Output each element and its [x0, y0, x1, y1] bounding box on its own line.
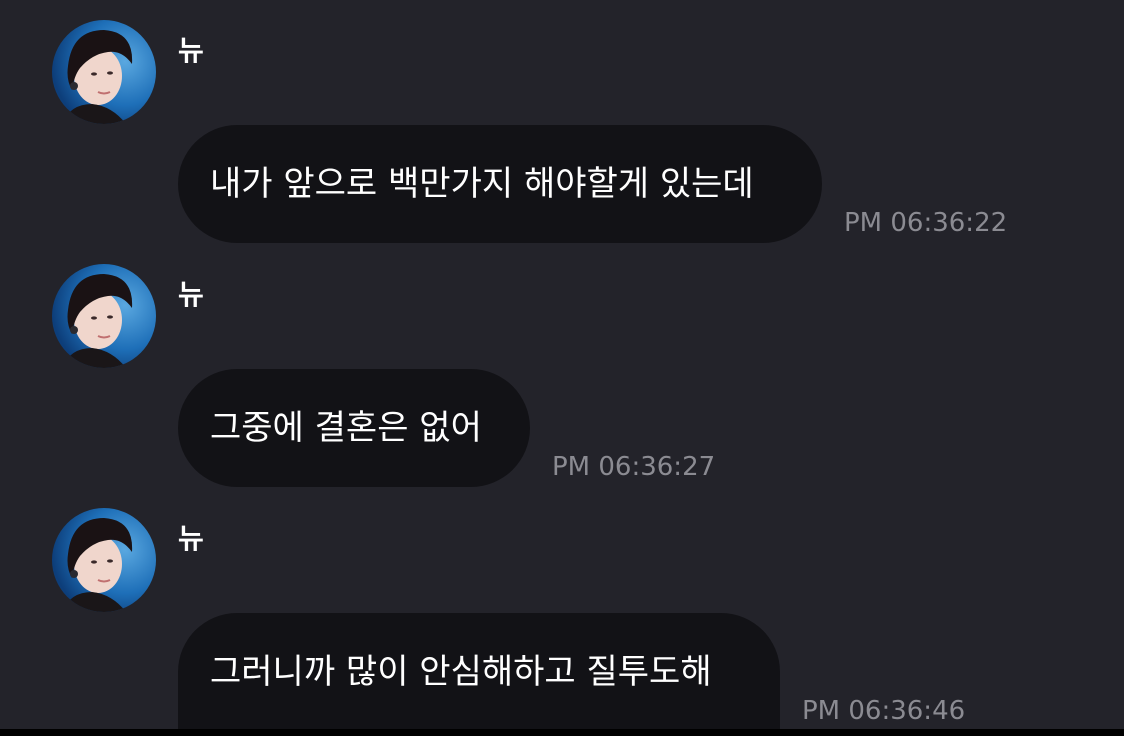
avatar-image — [52, 508, 156, 612]
avatar-image — [52, 264, 156, 368]
message-timestamp: PM 06:36:22 — [844, 208, 1008, 238]
message-timestamp: PM 06:36:46 — [802, 696, 966, 726]
avatar[interactable] — [52, 20, 156, 124]
message-bubble[interactable]: 내가 앞으로 백만가지 해야할게 있는데 — [178, 125, 822, 243]
message-timestamp: PM 06:36:27 — [552, 452, 716, 482]
avatar[interactable] — [52, 508, 156, 612]
sender-name: 뉴 — [178, 34, 204, 67]
avatar-image — [52, 20, 156, 124]
chat-thread: 뉴 내가 앞으로 백만가지 해야할게 있는데 PM 06:36:22 뉴 그중에… — [0, 0, 1124, 736]
avatar[interactable] — [52, 264, 156, 368]
bottom-edge — [0, 729, 1124, 736]
sender-name: 뉴 — [178, 278, 204, 311]
sender-name: 뉴 — [178, 522, 204, 555]
message-bubble[interactable]: 그중에 결혼은 없어 — [178, 369, 530, 487]
message-bubble[interactable]: 그러니까 많이 안심해하고 질투도해 — [178, 613, 780, 729]
